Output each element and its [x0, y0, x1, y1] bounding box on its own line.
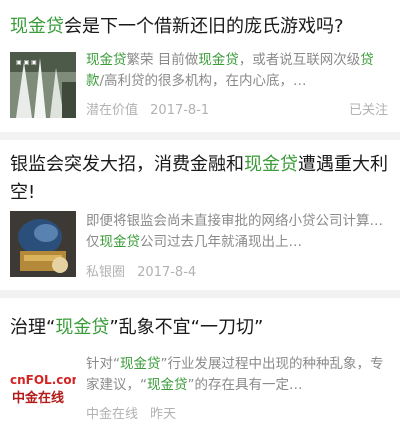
highlighted-keyword: 现金贷	[99, 234, 141, 250]
text-segment: /高利贷的很多机构，在内心底，…	[99, 73, 307, 89]
article-title[interactable]: 治理“现金贷”乱象不宜“一刀切”	[10, 314, 390, 342]
text-segment: 公司过去几年就涌现出上…	[140, 234, 302, 250]
article-title[interactable]: 银监会突发大招，消费金融和现金贷遭遇重大利空!	[10, 151, 390, 207]
text-segment: 会是下一个借新还旧的庞氏游戏吗?	[64, 16, 344, 37]
article-card-1[interactable]: 现金贷会是下一个借新还旧的庞氏游戏吗? ▣ ▣ ▣ 现金贷繁荣 目前做现金贷，或…	[0, 0, 400, 130]
text-segment: ，或者说互联网次级	[238, 52, 361, 68]
text-segment: ”的存在具有一定…	[187, 377, 303, 393]
divider	[0, 132, 400, 140]
highlighted-keyword: 现金贷	[120, 356, 161, 372]
cnfol-logo: cnFOL.com	[10, 373, 76, 387]
article-source: 中金在线	[86, 407, 139, 422]
article-thumbnail: ▣ ▣ ▣	[10, 52, 76, 118]
article-source: 潜在价值	[86, 103, 139, 118]
article-card-3[interactable]: 治理“现金贷”乱象不宜“一刀切” cnFOL.com 中金在线 针对“现金贷”行…	[0, 298, 400, 438]
article-meta: 私银圈 2017-8-4	[86, 261, 204, 280]
article-date: 昨天	[150, 407, 177, 422]
highlighted-keyword: 现金贷	[198, 52, 239, 68]
highlighted-keyword: 现金贷	[244, 154, 298, 175]
text-segment: 银监会突发大招，消费金融和	[10, 154, 244, 175]
article-card-2[interactable]: 银监会突发大招，消费金融和现金贷遭遇重大利空! 即便将银监会尚未直接审批的网络小…	[0, 140, 400, 290]
article-title[interactable]: 现金贷会是下一个借新还旧的庞氏游戏吗?	[10, 13, 390, 41]
followed-status[interactable]: 已关注	[349, 99, 388, 118]
article-meta: 中金在线 昨天	[86, 403, 184, 422]
article-source: 私银圈	[86, 265, 126, 280]
highlighted-keyword: 现金贷	[147, 377, 188, 393]
divider	[0, 290, 400, 298]
text-segment: ”乱象不宜“一刀切”	[109, 317, 264, 338]
article-snippet: 即便将银监会尚未直接审批的网络小贷公司计算…仅现金贷公司过去几年就涌现出上…	[86, 211, 390, 253]
article-date: 2017-8-1	[150, 103, 210, 118]
svg-text:▣ ▣ ▣: ▣ ▣ ▣	[16, 59, 37, 66]
svg-text:中金在线: 中金在线	[12, 390, 64, 406]
article-snippet: 现金贷繁荣 目前做现金贷，或者说互联网次级贷款/高利贷的很多机构，在内心底，…	[86, 50, 390, 92]
highlighted-keyword: 现金贷	[55, 317, 110, 338]
article-snippet: 针对“现金贷”行业发展过程中出现的种种乱象，专家建议，“现金贷”的存在具有一定…	[86, 354, 390, 396]
article-meta: 潜在价值 2017-8-1	[86, 99, 217, 118]
article-thumbnail: cnFOL.com 中金在线	[10, 355, 76, 421]
highlighted-keyword: 现金贷	[10, 16, 64, 37]
text-segment: 治理“	[10, 317, 56, 338]
highlighted-keyword: 现金贷	[86, 52, 127, 68]
article-date: 2017-8-4	[137, 265, 197, 280]
article-thumbnail	[10, 211, 76, 277]
text-segment: 繁荣 目前做	[126, 52, 199, 68]
text-segment: 针对“	[86, 356, 120, 372]
